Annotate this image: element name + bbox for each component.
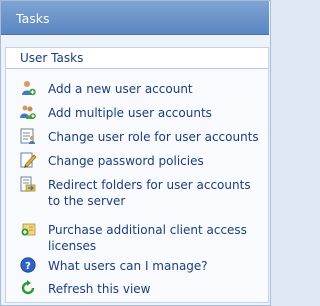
redirect-folder-icon — [20, 176, 36, 192]
task-label: Redirect folders for user accounts to th… — [48, 178, 251, 208]
add-user-icon — [22, 81, 36, 96]
refresh-icon — [21, 280, 35, 295]
panel-title: Tasks — [16, 11, 50, 26]
task-label: Change user role for user accounts — [48, 130, 259, 144]
task-label: Add a new user account — [48, 82, 193, 96]
svg-text:?: ? — [25, 261, 31, 272]
task-label: Add multiple user accounts — [48, 106, 212, 120]
panel-header: Tasks — [1, 1, 269, 35]
task-label: Purchase additional client access licens… — [48, 223, 247, 253]
task-label: What users can I manage? — [48, 259, 208, 273]
task-label: Refresh this view — [48, 282, 151, 296]
user-role-icon — [20, 128, 35, 144]
section-header: User Tasks — [6, 48, 268, 69]
pencil-icon — [20, 152, 36, 168]
section-title: User Tasks — [20, 51, 84, 65]
add-users-icon — [20, 105, 36, 119]
help-icon: ? — [20, 257, 36, 273]
licenses-icon — [21, 223, 36, 236]
task-label: Change password policies — [48, 154, 204, 168]
